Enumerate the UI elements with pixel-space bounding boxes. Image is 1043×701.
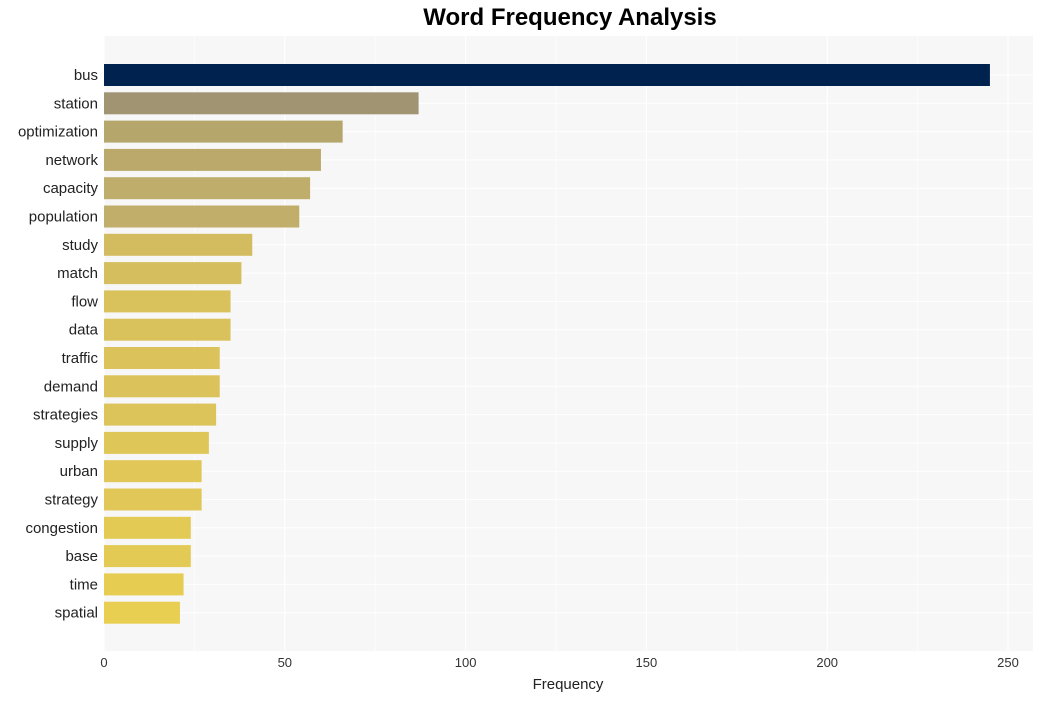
category-label-urban: urban: [60, 463, 98, 480]
category-label-bus: bus: [74, 67, 98, 84]
x-tick-50: 50: [278, 655, 292, 670]
bar-study: [104, 233, 253, 256]
category-label-congestion: congestion: [25, 520, 98, 537]
category-label-optimization: optimization: [18, 124, 98, 141]
category-label-data: data: [69, 322, 99, 339]
category-label-network: network: [45, 152, 98, 169]
category-label-study: study: [62, 237, 98, 254]
x-tick-100: 100: [455, 655, 477, 670]
category-label-population: population: [29, 209, 98, 226]
category-label-station: station: [54, 95, 98, 112]
category-label-flow: flow: [71, 293, 98, 310]
bar-strategy: [104, 488, 202, 511]
bar-demand: [104, 375, 220, 398]
bar-spatial: [104, 601, 180, 624]
category-label-supply: supply: [55, 435, 99, 452]
x-tick-0: 0: [100, 655, 107, 670]
x-tick-150: 150: [636, 655, 658, 670]
category-label-strategy: strategy: [45, 492, 99, 509]
category-label-demand: demand: [44, 378, 98, 395]
bar-chart: bus station optimization network capacity pop…: [18, 36, 1033, 693]
bar-network: [104, 148, 321, 171]
bar-data: [104, 318, 231, 341]
bar-base: [104, 545, 191, 568]
bar-station: [104, 92, 419, 115]
bar-strategies: [104, 403, 217, 426]
bar-flow: [104, 290, 231, 313]
category-label-spatial: spatial: [55, 605, 98, 622]
x-tick-250: 250: [997, 655, 1019, 670]
category-label-strategies: strategies: [33, 407, 98, 424]
bar-time: [104, 573, 184, 596]
bar-capacity: [104, 177, 311, 200]
bar-traffic: [104, 347, 220, 369]
x-tick-labels: 0 50 100 150 200 250: [100, 655, 1018, 670]
x-axis-title: Frequency: [533, 676, 604, 693]
bar-bus: [104, 64, 990, 86]
x-tick-200: 200: [816, 655, 838, 670]
category-labels: bus station optimization network capacity pop…: [18, 67, 99, 622]
category-label-time: time: [70, 576, 98, 593]
bar-population: [104, 205, 300, 228]
category-label-capacity: capacity: [43, 180, 99, 197]
category-label-match: match: [57, 265, 98, 282]
bar-congestion: [104, 516, 191, 539]
bar-supply: [104, 431, 209, 454]
category-label-traffic: traffic: [62, 350, 99, 367]
bar-optimization: [104, 120, 343, 143]
category-label-base: base: [65, 548, 98, 565]
bar-urban: [104, 460, 202, 483]
bar-match: [104, 262, 242, 285]
